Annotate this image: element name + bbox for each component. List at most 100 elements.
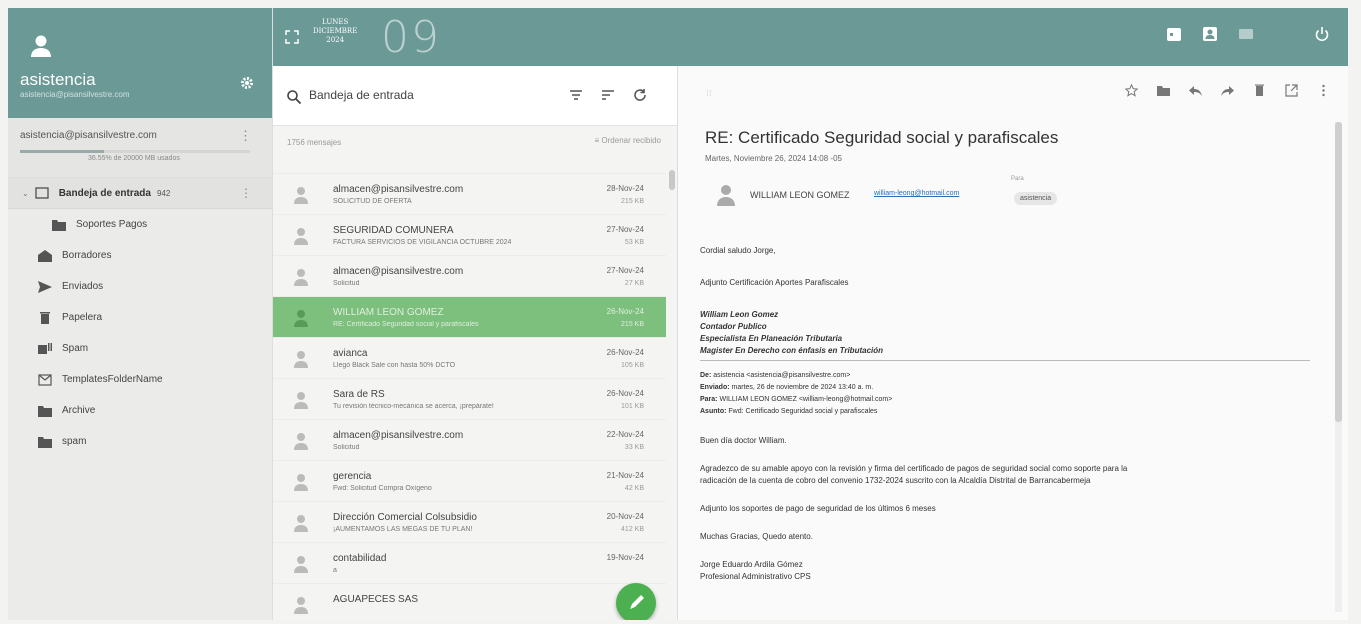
filter-icon[interactable] [569, 88, 583, 102]
folder-label: Soportes Pagos [76, 219, 148, 230]
folder-borradores[interactable]: Borradores [8, 240, 272, 271]
sender-name[interactable]: WILLIAM LEON GOMEZ [750, 190, 850, 200]
reader-toolbar [1106, 83, 1330, 97]
message-row[interactable]: avianca Llegó Black Sale con hasta 50% DC… [273, 338, 666, 379]
message-from: contabilidad [333, 553, 387, 564]
message-subject: a [333, 567, 337, 574]
drafts-icon [38, 249, 52, 262]
day-number: 09 [381, 12, 441, 63]
email-date: Martes, Noviembre 26, 2024 14:08 -05 [705, 154, 842, 163]
account-email[interactable]: asistencia@pisansilvestre.com [20, 130, 157, 141]
message-row[interactable]: WILLIAM LEON GOMEZ RE: Certificado Seguri… [273, 297, 666, 338]
forward-header-to: Para: WILLIAM LEON GOMEZ <william-leong@… [700, 396, 892, 403]
quota-bar [20, 150, 105, 153]
folder-soportes-pagos[interactable]: Soportes Pagos [8, 209, 272, 240]
scroll-thumb[interactable] [1335, 122, 1342, 422]
message-size: 53 KB [624, 239, 644, 246]
to-label: Para [1011, 176, 1024, 182]
contacts-icon[interactable] [1202, 26, 1218, 42]
reader-scrollbar[interactable] [1335, 122, 1342, 612]
sender-avatar-icon [294, 228, 308, 245]
search-icon[interactable] [287, 90, 301, 104]
message-subject: ¡AUMENTAMOS LAS MEGAS DE TU PLAN! [333, 526, 473, 533]
message-row[interactable] [273, 158, 666, 174]
more-icon[interactable] [1317, 84, 1330, 97]
greeting: Cordial saludo Jorge, [700, 246, 776, 255]
star-icon[interactable] [1124, 83, 1139, 97]
message-subject: SOLICITUD DE OFERTA [333, 198, 412, 205]
folder-icon [52, 219, 66, 231]
sender-avatar-icon [294, 187, 308, 204]
folder-archive[interactable]: Archive [8, 395, 272, 426]
message-row[interactable]: gerencia Fwd: Solicitud Compra Oxígeno 21-… [273, 461, 666, 502]
body-line: Muchas Gracias, Quedo atento. [700, 532, 813, 541]
user-avatar-icon[interactable] [30, 34, 52, 58]
calendar-icon[interactable] [1166, 26, 1182, 42]
folder-spam[interactable]: Spam [8, 333, 272, 364]
pencil-icon [630, 595, 644, 609]
gear-icon[interactable] [240, 76, 254, 90]
search-input[interactable] [309, 88, 549, 102]
message-row[interactable]: AGUAPECES SAS [273, 584, 666, 620]
message-from: almacen@pisansilvestre.com [333, 184, 464, 195]
folder-inbox[interactable]: ⌄ Bandeja de entrada 942 ⋮ [8, 178, 272, 209]
sort-icon[interactable] [601, 88, 615, 102]
sender-avatar-icon [294, 392, 308, 409]
divider [700, 360, 1310, 361]
folder-menu-icon[interactable]: ⋮ [240, 186, 252, 200]
delete-icon[interactable] [1253, 84, 1266, 97]
sort-received[interactable]: ≡ Ordenar recibido [595, 136, 661, 145]
reply-icon[interactable] [1189, 84, 1202, 97]
scroll-thumb[interactable] [669, 170, 675, 190]
sender-avatar-icon [717, 185, 735, 206]
message-size: 33 KB [624, 444, 644, 451]
message-date: 21-Nov-24 [606, 471, 644, 480]
refresh-icon[interactable] [633, 88, 647, 102]
compose-button[interactable] [616, 583, 656, 620]
message-row[interactable]: almacen@pisansilvestre.com SOLICITUD DE O… [273, 174, 666, 215]
message-size: 215 KB [621, 321, 644, 328]
recipient-chip[interactable]: asistencia [1014, 192, 1058, 205]
power-icon[interactable] [1314, 26, 1330, 42]
message-date: 27-Nov-24 [606, 225, 644, 234]
template-icon [38, 373, 52, 386]
message-subject: RE: Certificado Seguridad social y paraf… [333, 321, 479, 328]
folder-papelera[interactable]: Papelera [8, 302, 272, 333]
message-row[interactable]: Sara de RS Tu revisión técnico-mecánica s… [273, 379, 666, 420]
forward-icon[interactable] [1221, 84, 1234, 97]
move-icon[interactable] [1157, 84, 1170, 97]
message-row[interactable]: Dirección Comercial Colsubsidio ¡AUMENTAM… [273, 502, 666, 543]
message-row[interactable]: almacen@pisansilvestre.com Solicitud 22-No… [273, 420, 666, 461]
signature-line: Magister En Derecho con énfasis en Tribu… [700, 346, 884, 355]
message-date: 26-Nov-24 [606, 389, 644, 398]
forward-value: Fwd: Certificado Seguridad social y para… [728, 408, 878, 415]
list-scrollbar[interactable] [669, 158, 675, 618]
open-external-icon[interactable] [1285, 84, 1298, 97]
folder-list: ⌄ Bandeja de entrada 942 ⋮ Soportes Pago… [8, 178, 272, 457]
message-row[interactable]: contabilidad a 19-Nov-24 [273, 543, 666, 584]
signature-line: William Leon Gomez [700, 310, 779, 319]
message-row[interactable]: almacen@pisansilvestre.com Solicitud 27-No… [273, 256, 666, 297]
notes-icon[interactable] [1238, 26, 1254, 42]
sidebar: asistencia asistencia@pisansilvestre.com… [8, 8, 273, 620]
send-icon [38, 280, 52, 293]
expand-icon[interactable] [285, 30, 299, 44]
sender-email-link[interactable]: william-leong@hotmail.com [874, 190, 959, 197]
forward-label: Enviado: [700, 384, 730, 391]
unread-count: 942 [156, 188, 171, 198]
forward-value: asistencia <asistencia@pisansilvestre.co… [713, 372, 851, 379]
message-subject: Solicitud [333, 444, 360, 451]
message-date: 20-Nov-24 [606, 512, 644, 521]
message-from: almacen@pisansilvestre.com [333, 266, 464, 277]
folder-spam-lower[interactable]: spam [8, 426, 272, 457]
chevron-down-icon[interactable]: ⌄ [22, 189, 29, 198]
reading-pane: ⁝⁝ RE: Certificado Seguridad social y pa… [678, 66, 1348, 620]
message-size: 105 KB [621, 362, 644, 369]
folder-templates[interactable]: TemplatesFolderName [8, 364, 272, 395]
folder-icon [38, 436, 52, 448]
select-icon[interactable]: ⁝⁝ [706, 88, 712, 99]
folder-enviados[interactable]: Enviados [8, 271, 272, 302]
message-row[interactable]: SEGURIDAD COMUNERA FACTURA SERVICIOS DE V… [273, 215, 666, 256]
account-menu-icon[interactable]: ⋮ [239, 128, 252, 144]
message-size: 101 KB [621, 403, 644, 410]
